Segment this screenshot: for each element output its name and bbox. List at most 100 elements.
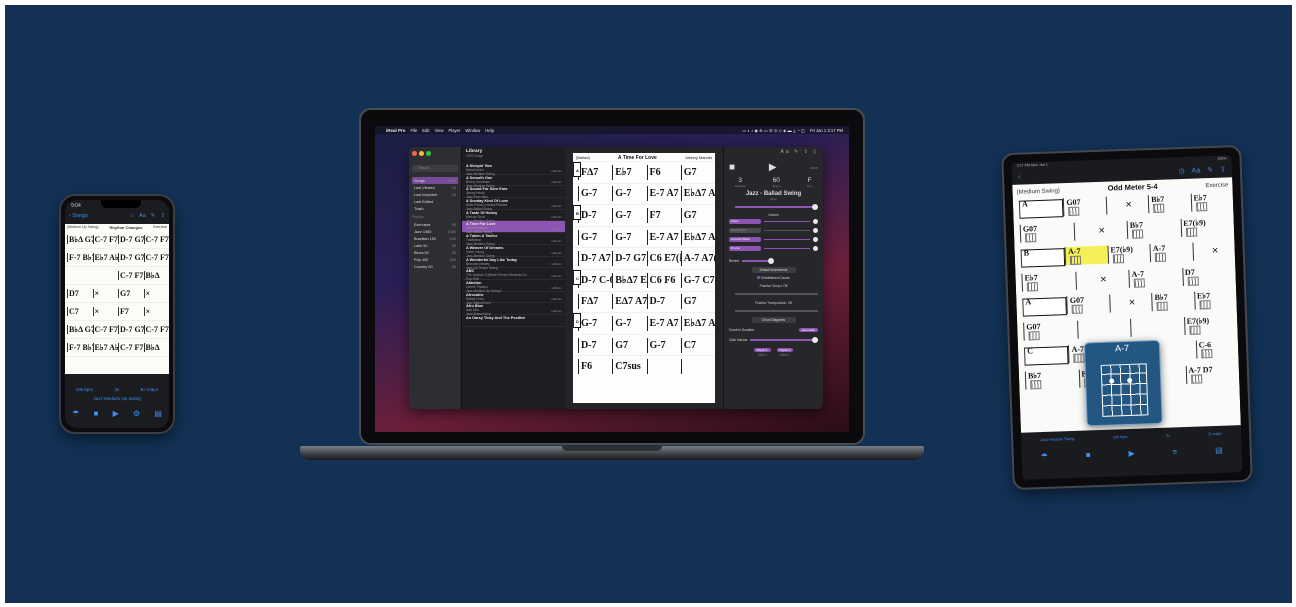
instrument-volume-track[interactable]	[764, 247, 810, 250]
playlist-item[interactable]: Blues 50 50	[412, 249, 458, 256]
playlist-item[interactable]: Brazilian 150 150	[412, 235, 458, 242]
song-row[interactable]: Ablution Lennie Tristano Jazz-Medium Up Sw…	[462, 280, 565, 293]
chart-measure[interactable]: E♭∆7 A7(♭9)	[680, 229, 715, 245]
list-icon[interactable]: ≡	[1172, 447, 1177, 456]
chart-measure[interactable]: C7sus	[612, 359, 646, 375]
playlist-item[interactable]: Exercises 50	[412, 221, 458, 228]
chart-measure[interactable]: E♭7 A♭7	[92, 343, 118, 352]
chart-measure[interactable]: F∆7	[578, 294, 612, 310]
mixer-icon[interactable]: ☂	[1041, 452, 1048, 461]
chart-measure[interactable]: B♭Δ	[143, 271, 170, 280]
sidebar-search-input[interactable]: ⌕ Search	[412, 165, 458, 172]
pencil-icon[interactable]: ✎	[794, 149, 800, 155]
chart-measure[interactable]: B♭7	[1151, 291, 1195, 312]
chart-measure[interactable]: A-7	[1149, 242, 1193, 263]
keyboard-icon[interactable]: ▤	[154, 409, 162, 418]
chart-measure[interactable]: G-7	[578, 229, 612, 245]
chart-measure[interactable]	[1076, 318, 1131, 339]
chart-measure[interactable]: D-7 C-6	[578, 272, 612, 288]
key-label[interactable]: B♭ major	[141, 387, 159, 393]
play-button[interactable]: ▶	[769, 162, 777, 173]
song-row[interactable]: A Wonderful Day Like Today Bricusse-Newle…	[462, 257, 565, 270]
chart-measure[interactable]: F-7 B♭7	[67, 343, 93, 352]
chart-measure[interactable]: A-7 D7	[1185, 363, 1240, 384]
chart-measure[interactable]: E7(♭9)	[1183, 314, 1238, 335]
chart-measure[interactable]: D-7	[646, 294, 681, 310]
sidebar-toggle-icon[interactable]: ▯	[813, 149, 818, 155]
song-row[interactable]: A Sleepin' Bee Harold Arlen Jazz-Medium Sw…	[462, 163, 565, 176]
stop-button[interactable]: ■	[729, 162, 735, 173]
chart-measure[interactable]: C-7 F7	[92, 325, 119, 334]
menu-help[interactable]: Help	[485, 128, 494, 133]
chart-measure[interactable]: B♭7	[1024, 369, 1079, 390]
menu-player[interactable]: Player	[449, 128, 461, 133]
practice-tempo-slider[interactable]	[729, 291, 818, 297]
share-icon[interactable]: ⇪	[1220, 165, 1226, 173]
practice-transposition-slider[interactable]	[729, 308, 818, 314]
instrument-row[interactable]: Acoustic Bass	[729, 235, 818, 244]
repeats-control[interactable]: 3 Repeats	[735, 177, 745, 188]
chart-measure[interactable]: G-7	[646, 337, 681, 353]
chart-measure[interactable]: ×	[1192, 241, 1236, 261]
chart-measure[interactable]: B♭∆7 E7	[612, 272, 647, 288]
text-size-icon[interactable]: Aa	[139, 213, 146, 219]
chart-measure[interactable]: A-7 A7(♭9)	[680, 251, 715, 267]
instrument-volume-track[interactable]	[764, 220, 810, 223]
chart-measure[interactable]: E-7 A7	[646, 186, 681, 202]
chart-measure[interactable]: ×	[1074, 269, 1129, 290]
style-label[interactable]: Jazz-Medium Up Swing	[65, 396, 169, 401]
song-row[interactable]: Afrocaine Rafael Ferro Jazz-Ballad Even 100…	[462, 292, 565, 305]
tempo-label[interactable]: 100 bpm	[76, 387, 94, 393]
repeats-label[interactable]: 3x	[1166, 434, 1170, 438]
chart-measure[interactable]: C7	[67, 307, 93, 316]
chart-measure[interactable]: B♭7	[1147, 193, 1191, 214]
chart-measure[interactable]: G-7	[578, 186, 612, 202]
chart-measure[interactable]: G-7	[578, 315, 612, 331]
chart-measure[interactable]: C6 F6	[646, 272, 681, 288]
chart-measure[interactable]: D-7 G7	[612, 251, 646, 267]
instrument-select[interactable]: Acoustic Bass	[729, 237, 761, 242]
chart-measure[interactable]: E7(♭9)	[1180, 216, 1235, 237]
slider-knob[interactable]	[813, 237, 818, 242]
song-row[interactable]: A Token A Twelve Traditional Jazz-Medium S…	[462, 233, 565, 246]
status-icons[interactable]: ▭ ◐ ♪ ◉ ⊕ ▭ ☰ ◎ ◇ ◈ ▬ ◬ ◔ ◫	[742, 128, 805, 133]
tempo-label[interactable]: 100 bpm	[1113, 435, 1128, 440]
chart-measure[interactable]: G07	[1023, 320, 1078, 341]
chart-measure[interactable]: ×	[143, 307, 170, 316]
instrument-volume-track[interactable]	[764, 229, 810, 232]
chart-measure[interactable]: F∆7	[578, 164, 612, 180]
slider-knob[interactable]	[812, 204, 818, 210]
chart-measure[interactable]: F-7 B♭7	[67, 253, 93, 262]
chart-measure[interactable]: G-7	[612, 229, 646, 245]
click-1-select[interactable]: Digital 1	[753, 348, 771, 352]
chart-measure[interactable]: F6	[646, 164, 681, 180]
chart-measure[interactable]: ×	[92, 307, 119, 316]
chart-measure[interactable]: F6	[578, 359, 612, 375]
menubar-clock[interactable]: Fri Jan 1 3:17 PM	[810, 128, 843, 133]
chart-measure[interactable]: G-7	[612, 186, 646, 202]
slider-knob[interactable]	[813, 246, 818, 251]
song-row[interactable]: ABC The Jackson 5 (Mizell-Perren-Richards…	[462, 268, 565, 281]
song-row[interactable]: Afro Blue Ivan Lins Jazz-Bossa Nova 100bpm	[462, 303, 565, 316]
share-icon[interactable]: ⇪	[804, 149, 810, 155]
chart-measure[interactable]: E-7 A7	[646, 229, 681, 245]
chart-measure[interactable]: E♭7	[612, 164, 646, 180]
chart-measure[interactable]: D-7 G7	[118, 325, 144, 334]
chart-measure[interactable]: E♭∆7 A7(♭9)	[680, 186, 715, 202]
chart-measure[interactable]: B♭7	[1126, 218, 1181, 239]
chart-measure[interactable]: G7	[612, 337, 646, 353]
song-row[interactable]: An Oarsy Ticky And The Positive	[462, 315, 565, 327]
sidebar-item[interactable]: Last Imported 10	[412, 191, 458, 198]
chart-measure[interactable]: D7	[67, 289, 93, 298]
chart-measure[interactable]: B♭Δ	[143, 343, 170, 352]
sidebar-item[interactable]: Songs 1978	[412, 177, 458, 184]
chart-measure[interactable]: E♭7	[1193, 290, 1237, 310]
chart-measure[interactable]: C-6	[1195, 339, 1239, 359]
book-icon[interactable]: ⌂	[131, 213, 134, 219]
close-icon[interactable]	[412, 151, 417, 156]
playlist-item[interactable]: Jazz 1080 1080	[412, 228, 458, 235]
play-icon[interactable]: ▶	[1128, 449, 1134, 458]
practice-tempo-label[interactable]: Practice Tempo: Off	[729, 284, 818, 288]
chart-measure[interactable]: C-7 F7	[143, 325, 170, 334]
chart-measure[interactable]: ×	[143, 289, 170, 298]
